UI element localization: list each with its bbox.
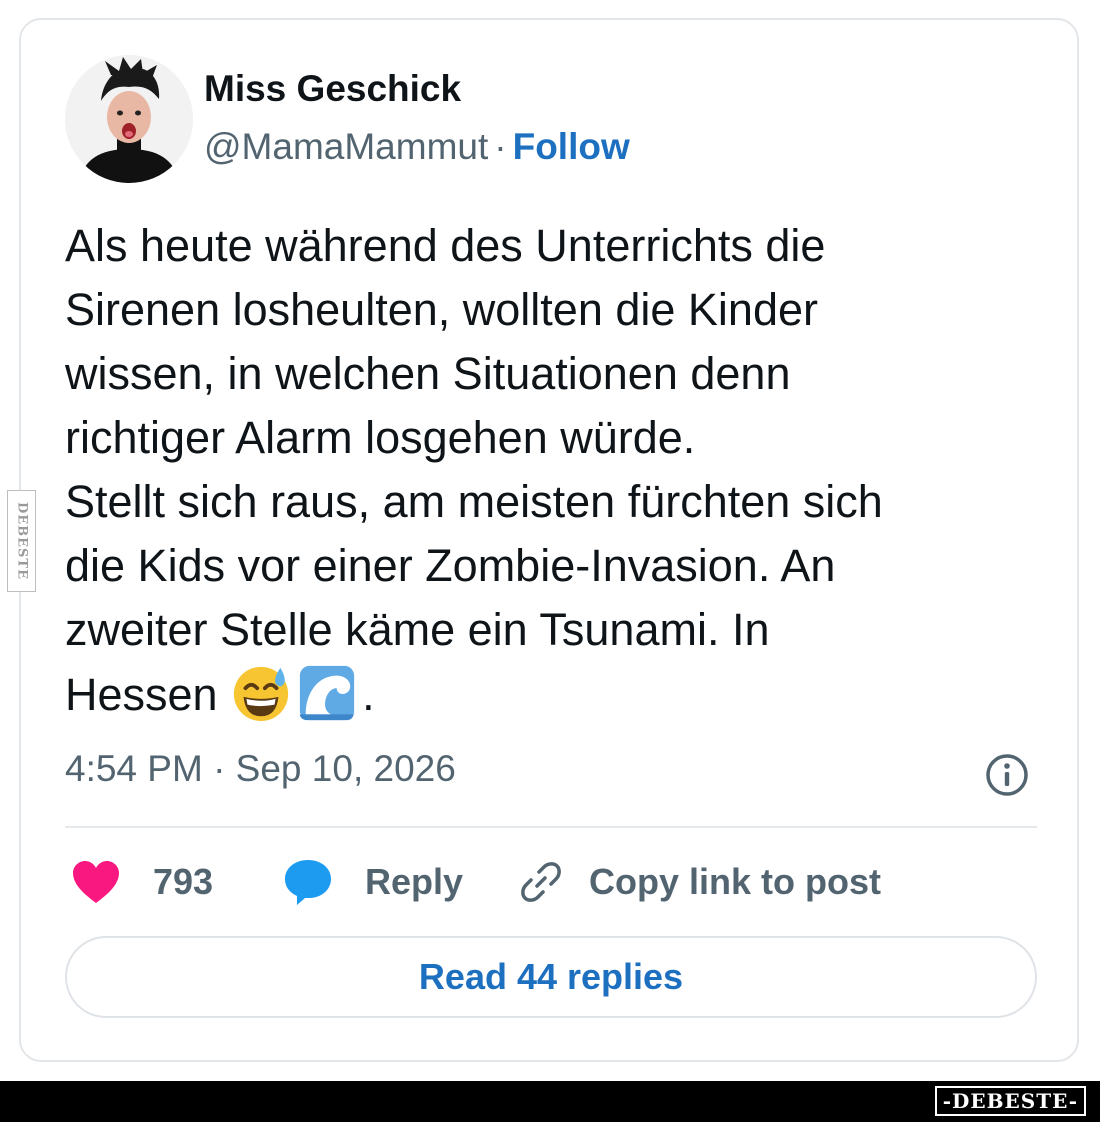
post-text-line: Hessen [65,669,218,720]
handle-row: @MamaMammut · Follow [204,126,630,168]
like-count: 793 [153,861,214,902]
water-wave-emoji [296,662,358,724]
reply-label: Reply [365,861,464,902]
read-replies-button[interactable]: Read 44 replies [65,936,1037,1018]
link-icon [521,862,561,902]
side-watermark-text: DEBESTE [14,501,29,581]
bottom-watermark-bar: -DEBESTE- [0,1081,1100,1122]
post-text-line: wissen, in welchen Situationen denn [65,348,791,399]
follow-button[interactable]: Follow [513,126,630,167]
post-text-line: Stellt sich raus, am meisten fürchten si… [65,476,883,527]
post-text: Als heute während des Unterrichts die Si… [65,214,1055,727]
post-text-end: . [362,669,375,720]
author-handle[interactable]: @MamaMammut [204,126,488,167]
info-circle-icon[interactable] [983,751,1031,799]
post-timestamp[interactable]: 4:54 PM · Sep 10, 2026 [65,748,456,790]
copy-link-label: Copy link to post [589,861,881,902]
grinning-sweat-emoji [230,662,292,724]
speech-bubble-icon [285,860,331,905]
post-text-line: richtiger Alarm losgehen würde. [65,412,696,463]
post-text-line: Sirenen losheulten, wollten die Kinder [65,284,818,335]
bottom-watermark-logo: -DEBESTE- [934,1086,1086,1116]
post-text-last-line: Hessen . [65,662,1055,727]
post-text-line: zweiter Stelle käme ein Tsunami. In [65,604,770,655]
like-button[interactable]: 793 [71,852,213,912]
post-card: Miss Geschick @MamaMammut · Follow Als heu… [19,18,1079,1062]
action-bar: 793 Reply Copy link to post [65,852,1045,912]
copy-link-button[interactable]: Copy link to post [515,852,881,912]
side-watermark: DEBESTE [7,490,36,592]
post-text-line: die Kids vor einer Zombie-Invasion. An [65,540,836,591]
heart-icon [73,861,119,903]
avatar[interactable] [65,55,193,183]
author-name[interactable]: Miss Geschick [204,68,461,110]
separator-dot: · [494,126,507,167]
divider [65,826,1037,828]
reply-button[interactable]: Reply [283,852,463,912]
post-text-line: Als heute während des Unterrichts die [65,220,826,271]
